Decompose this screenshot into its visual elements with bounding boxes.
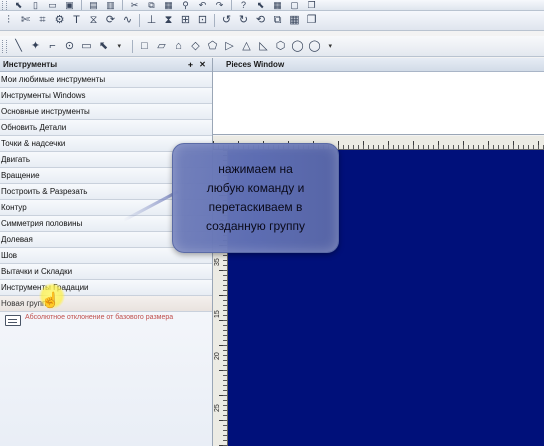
rectangle-shape-icon[interactable]: □ (137, 39, 152, 54)
drill-tool-icon[interactable]: ⊙ (62, 39, 77, 54)
redo-icon[interactable]: ↷ (212, 0, 227, 10)
toolbar-grip[interactable] (2, 0, 7, 10)
toolbar-separator (81, 0, 82, 10)
group-tool-item[interactable]: Абсолютное отклонение от базового размер… (5, 313, 205, 333)
close-icon[interactable]: ✕ (198, 58, 207, 71)
pieces-window[interactable]: Pieces Window (213, 58, 544, 135)
notch-icon[interactable]: ⊥ (144, 13, 159, 28)
main-toolbar: ⬉ ▯ ▭ ▣ ▤ ▥ ✂ ⧉ ▦ ⚲ ↶ ↷ ? ⬉ ▦ ▢ ❐ (0, 0, 544, 11)
cursor-arrow-icon[interactable]: ⬉ (11, 0, 26, 10)
shapes-toolbar: ╲ ✦ ⌐ ⊙ ▭ ⬉ ▾ □ ▱ ⌂ ◇ ⬠ ▷ △ ◺ ⬡ ◯ ◯ ▾ (0, 36, 544, 57)
copy-icon[interactable]: ⧉ (144, 0, 159, 10)
ruler-label: 15 (214, 310, 221, 318)
window-icon[interactable]: ▢ (287, 0, 302, 10)
save-icon[interactable]: ▣ (62, 0, 77, 10)
deviation-tool-icon (5, 315, 21, 326)
print-preview-icon[interactable]: ▥ (103, 0, 118, 10)
scissors-icon[interactable]: ✄ (18, 13, 33, 28)
diamond-shape-icon[interactable]: ◇ (188, 39, 203, 54)
ruler-label: 35 (214, 258, 221, 266)
restore-icon[interactable]: ❐ (304, 13, 319, 28)
new-file-icon[interactable]: ▯ (28, 0, 43, 10)
circle-shape-icon[interactable]: ◯ (290, 39, 305, 54)
curve-icon[interactable]: ∿ (120, 13, 135, 28)
ellipse-shape-icon[interactable]: ◯ (307, 39, 322, 54)
point-tool-icon[interactable]: ✦ (28, 39, 43, 54)
notch-tool-icon[interactable]: ⌐ (45, 39, 60, 54)
pleat-icon[interactable]: ⧗ (161, 13, 176, 28)
category-main-tools[interactable]: Основные инструменты (0, 104, 212, 120)
toolbar-separator (132, 39, 133, 53)
category-windows-tools[interactable]: Инструменты Windows (0, 88, 212, 104)
toolbar-separator (231, 0, 232, 10)
hexagon-shape-icon[interactable]: ⬡ (273, 39, 288, 54)
grid-toggle-icon[interactable]: ▦ (287, 13, 302, 28)
category-darts-pleats[interactable]: Вытачки и Складки (0, 264, 212, 280)
cut-icon[interactable]: ✂ (127, 0, 142, 10)
rotate-icon[interactable]: ⟳ (103, 13, 118, 28)
pieces-window-title: Pieces Window (213, 58, 544, 72)
category-update-pieces[interactable]: Обновить Детали (0, 120, 212, 136)
label-tool-icon[interactable]: ▭ (79, 39, 94, 54)
pointer-help-icon[interactable]: ⬉ (253, 0, 268, 10)
pieces-icon[interactable]: ⧉ (270, 13, 285, 28)
toolbar-separator (139, 14, 140, 27)
redo-arrow-icon[interactable]: ↻ (236, 13, 251, 28)
print-icon[interactable]: ▤ (86, 0, 101, 10)
pentagon-shape-icon[interactable]: ⬠ (205, 39, 220, 54)
toolbar-grip[interactable] (2, 39, 7, 53)
wand-icon[interactable]: ⚙ (52, 13, 67, 28)
toolbar-separator (122, 0, 123, 10)
category-new-group[interactable]: Новая группа (0, 296, 212, 312)
measure-icon[interactable]: ⊡ (195, 13, 210, 28)
dropdown-arrow-icon[interactable]: ▾ (324, 39, 339, 54)
callout-text: нажимаем на любую команду и перетаскивае… (205, 162, 306, 233)
restore-icon[interactable]: ❐ (304, 0, 319, 10)
group-tool-label: Абсолютное отклонение от базового размер… (25, 314, 174, 321)
undo-arrow-icon[interactable]: ↺ (219, 13, 234, 28)
triangle-right-shape-icon[interactable]: ▷ (222, 39, 237, 54)
parallelogram-shape-icon[interactable]: ▱ (154, 39, 169, 54)
help-icon[interactable]: ? (236, 0, 251, 10)
pin-icon[interactable]: ᚐ (186, 58, 195, 71)
house-shape-icon[interactable]: ⌂ (171, 39, 186, 54)
dropdown-arrow-icon[interactable]: ▾ (113, 39, 128, 54)
line-tool-icon[interactable]: ╲ (11, 39, 26, 54)
category-grading-tools[interactable]: Инструменты Градации (0, 280, 212, 296)
hand-cursor-icon: ☝ (41, 292, 60, 309)
split-icon[interactable]: ⫶ (1, 13, 16, 28)
paste-icon[interactable]: ▦ (161, 0, 176, 10)
arrow-tool-icon[interactable]: ⬉ (96, 39, 111, 54)
mirror-icon[interactable]: ⧖ (86, 13, 101, 28)
undo-icon[interactable]: ↶ (195, 0, 210, 10)
grid-icon[interactable]: ▦ (270, 0, 285, 10)
text-tool-icon[interactable]: T (69, 13, 84, 28)
panel-header: Инструменты ᚐ ✕ (0, 58, 212, 72)
refresh-icon[interactable]: ⟲ (253, 13, 268, 28)
toolbar-separator (214, 14, 215, 27)
tools-toolbar: ⫶ ✄ ⌗ ⚙ T ⧖ ⟳ ∿ ⊥ ⧗ ⊞ ⊡ ↺ ↻ ⟲ ⧉ ▦ ❐ (0, 11, 544, 31)
ruler-label: 20 (214, 352, 221, 360)
zoom-icon[interactable]: ⚲ (178, 0, 193, 10)
right-triangle-shape-icon[interactable]: ◺ (256, 39, 271, 54)
grade-icon[interactable]: ⊞ (178, 13, 193, 28)
ruler-label: 25 (214, 404, 221, 412)
open-folder-icon[interactable]: ▭ (45, 0, 60, 10)
pattern-icon[interactable]: ⌗ (35, 13, 50, 28)
category-favorites[interactable]: Мои любимые инструменты (0, 72, 212, 88)
tutorial-callout: нажимаем на любую команду и перетаскивае… (172, 143, 339, 253)
panel-title: Инструменты (3, 60, 58, 69)
triangle-shape-icon[interactable]: △ (239, 39, 254, 54)
